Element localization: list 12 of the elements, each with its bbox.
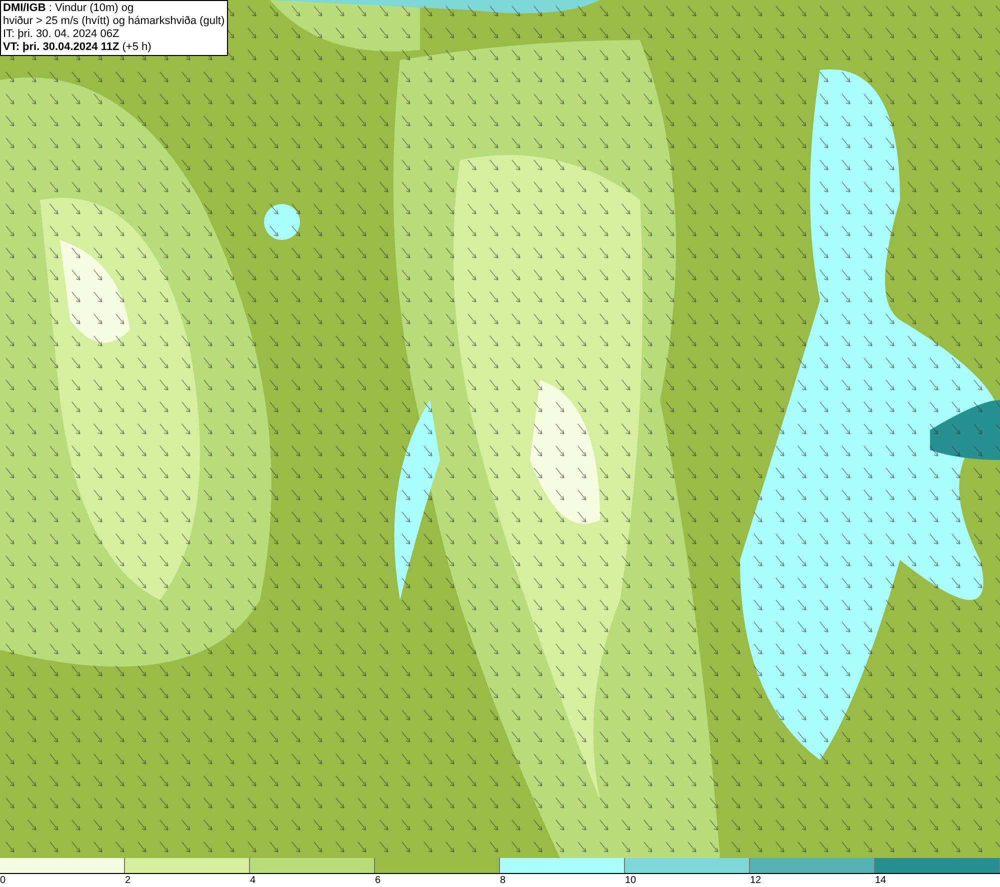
legend-label: 10 [625,874,636,887]
legend-label: 0 [0,874,6,887]
legend-label: 2 [125,874,131,887]
legend-label: 14 [875,874,886,887]
legend-label: 12 [750,874,762,887]
legend-label: 4 [250,874,256,887]
info-text: VT: þri. 30.04.2024 11Z (+5 h) [3,41,152,54]
legend-label: 8 [500,874,506,887]
legend-label: 6 [375,874,381,887]
info-text: hviður > 25 m/s (hvítt) og hámarkshviða (gult) [3,15,225,28]
info-text: DMI/IGB : Vindur (10m) og [3,2,135,15]
info-text: IT: þri. 30. 04. 2024 06Z [3,28,120,41]
